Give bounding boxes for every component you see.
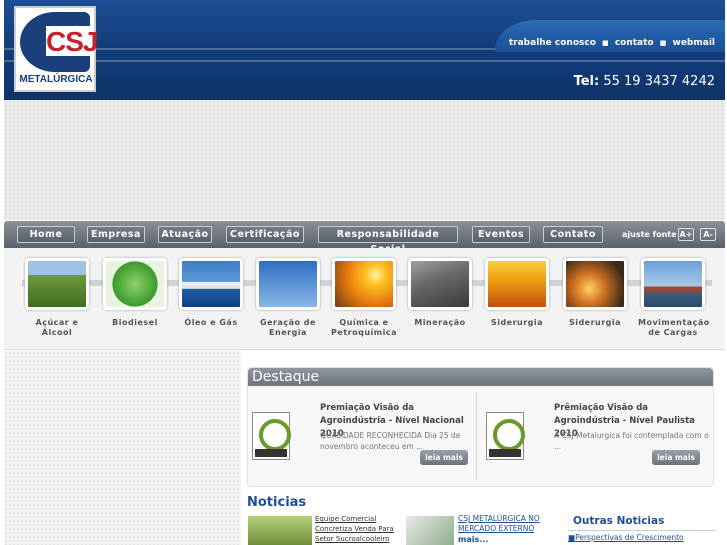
sector-label: Química e Petroquímica xyxy=(331,318,397,337)
sector-label: Biodiesel xyxy=(112,318,158,327)
sector-siderurgia-2[interactable]: Siderurgia xyxy=(560,258,630,328)
destaque-item-body: QUALIDADE RECONHECIDA Dia 25 de novembro… xyxy=(320,431,461,451)
sector-label: Siderurgia xyxy=(490,318,544,327)
nav-certificacao[interactable]: Certificação xyxy=(226,226,304,243)
left-decoration xyxy=(4,351,241,545)
molten-steel-icon xyxy=(485,258,549,310)
sector-label: Óleo e Gás xyxy=(184,318,238,327)
steel-worker-icon xyxy=(563,258,627,310)
font-decrease-button[interactable]: A- xyxy=(700,228,716,241)
biodiesel-icon xyxy=(103,258,167,310)
destaque-item: Prêmiação Visão da Agroindústria - Nível… xyxy=(482,394,714,478)
destaque-item-body: A CSJ Metalurgica foi contemplada com o … xyxy=(554,431,709,451)
sector-label: Mineração xyxy=(414,318,466,327)
destaque-header: Destaque xyxy=(248,368,713,386)
read-more-button[interactable]: leia mais xyxy=(420,450,468,465)
nav-contato[interactable]: Contato xyxy=(543,226,603,243)
outras-divider xyxy=(568,530,716,531)
bullet-separator: ■ xyxy=(659,39,667,47)
nav-eventos[interactable]: Eventos xyxy=(472,226,530,243)
read-more-button[interactable]: leia mais xyxy=(652,450,700,465)
port-crane-icon xyxy=(641,258,705,310)
banner-area xyxy=(4,100,725,220)
phone-label: Tel: xyxy=(573,74,600,89)
nav-atuacao[interactable]: Atuação xyxy=(158,226,212,243)
phone-number: Tel: 55 19 3437 4242 xyxy=(574,74,715,89)
sector-oleo-gas[interactable]: Óleo e Gás xyxy=(176,258,246,328)
site-header: CSJ METALÚRGICA trabalhe conosco ■ conta… xyxy=(4,0,725,100)
sector-siderurgia-1[interactable]: Siderurgia xyxy=(482,258,552,328)
sector-biodiesel[interactable]: Biodiesel xyxy=(100,258,170,328)
sector-movimentacao-cargas[interactable]: Movimentação de Cargas xyxy=(638,258,710,338)
outras-noticias-link-text: Perspectivas de Crescimento xyxy=(575,533,684,542)
destaque-divider xyxy=(476,392,477,480)
sector-geracao-energia[interactable]: Geração de Energia xyxy=(253,258,323,338)
news-link-1[interactable]: Equipe Comercial Concretiza Venda Para S… xyxy=(315,514,397,544)
oil-platform-icon xyxy=(179,258,243,310)
link-contato[interactable]: contato xyxy=(615,38,654,48)
destaque-title: Destaque xyxy=(252,369,320,385)
sector-acucar-alcool[interactable]: Açúcar e Álcool xyxy=(22,258,92,338)
sector-label: Siderurgia xyxy=(568,318,622,327)
font-increase-button[interactable]: A+ xyxy=(678,228,694,241)
sector-label: Movimentação de Cargas xyxy=(638,318,710,337)
news-link-2[interactable]: CSJ METALÚRGICA NO MERCADO EXTERNO xyxy=(458,514,558,534)
link-webmail[interactable]: webmail xyxy=(673,38,715,48)
mining-icon xyxy=(408,258,472,310)
header-stripe xyxy=(4,60,725,62)
sector-label: Geração de Energia xyxy=(260,318,316,337)
nav-responsabilidade-social[interactable]: Responsabilidade Social xyxy=(318,226,458,255)
sector-mineracao[interactable]: Mineração xyxy=(405,258,475,328)
bullet-separator: ■ xyxy=(602,39,609,47)
world-map-news-image[interactable] xyxy=(406,516,454,545)
company-logo[interactable]: CSJ METALÚRGICA xyxy=(14,6,98,92)
sugarcane-news-image[interactable] xyxy=(248,516,312,545)
phone-value: 55 19 3437 4242 xyxy=(603,74,715,89)
font-adjust-label: ajuste fonte xyxy=(622,230,677,239)
outras-noticias-link[interactable]: ■Perspectivas de Crescimento xyxy=(568,533,684,542)
top-links: trabalhe conosco ■ contato ■ webmail xyxy=(506,38,715,48)
link-trabalhe-conosco[interactable]: trabalhe conosco xyxy=(509,38,596,48)
sector-strip: Açúcar e Álcool Biodiesel Óleo e Gás Ger… xyxy=(4,248,725,350)
logo-text: CSJ xyxy=(46,26,98,57)
refinery-icon xyxy=(332,258,396,310)
nav-empresa[interactable]: Empresa xyxy=(87,226,145,243)
award-seal-icon xyxy=(486,412,525,460)
main-nav: Home Empresa Atuação Certificação Respon… xyxy=(4,221,725,255)
award-seal-icon xyxy=(252,412,291,460)
destaque-panel: Destaque Premiação Visão da Agroindústri… xyxy=(247,367,714,487)
destaque-item: Premiação Visão da Agroindústria - Nível… xyxy=(248,394,480,478)
nav-home[interactable]: Home xyxy=(17,226,75,243)
outras-noticias-title: Outras Noticias xyxy=(573,515,665,527)
logo-subtitle: METALÚRGICA xyxy=(19,74,93,85)
sector-quimica-petroquimica[interactable]: Química e Petroquímica xyxy=(329,258,399,338)
wind-turbine-icon xyxy=(256,258,320,310)
sector-label: Açúcar e Álcool xyxy=(35,318,79,337)
sugarcane-icon xyxy=(25,258,89,310)
noticias-title: Noticias xyxy=(247,495,307,510)
news-more-link[interactable]: mais... xyxy=(458,535,488,544)
